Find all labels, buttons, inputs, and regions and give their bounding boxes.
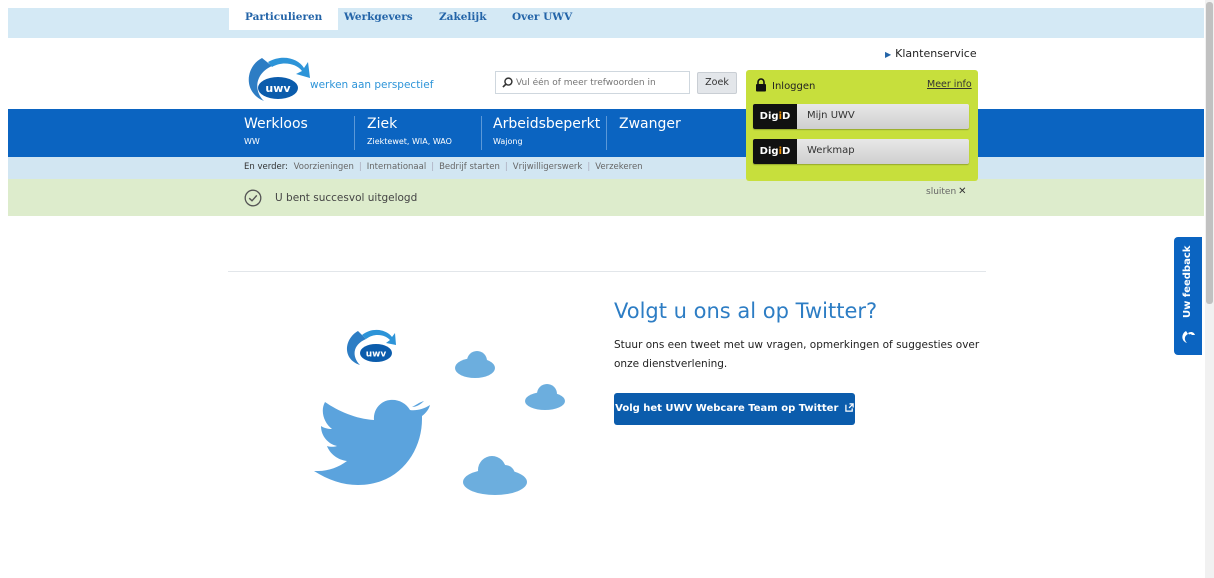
meer-info-link[interactable]: Meer info (927, 79, 972, 90)
nav-item-title: Werkloos (244, 116, 308, 132)
sub-nav-links: En verder: Voorzieningen | Internationaal |… (244, 162, 643, 172)
twitter-illustration: uwv (314, 329, 565, 495)
uwv-small-logo-text: uwv (366, 350, 387, 360)
search-button[interactable]: Zoek (697, 72, 737, 94)
tab-zakelijk[interactable]: Zakelijk (439, 4, 486, 30)
search-box[interactable] (495, 71, 690, 94)
content-divider (228, 271, 986, 272)
tab-particulieren[interactable]: Particulieren (229, 4, 339, 30)
nav-item-subtitle: WW (244, 137, 260, 146)
nav-item-subtitle: Wajong (493, 137, 523, 146)
login-title: Inloggen (772, 81, 816, 92)
external-link-icon (845, 403, 854, 412)
nav-item-arbeidsbeperkt[interactable]: Arbeidsbeperkt Wajong (493, 116, 600, 146)
cloud-icon (525, 384, 565, 410)
twitter-bird-icon (314, 399, 430, 485)
logo-text: uwv (265, 82, 291, 95)
cloud-icon (455, 351, 495, 378)
logo-tagline: werken aan perspectief (310, 79, 434, 91)
klantenservice-label: Klantenservice (895, 47, 977, 60)
nav-item-title: Ziek (367, 116, 398, 132)
twitter-heading: Volgt u ons al op Twitter? (614, 299, 878, 323)
cloud-icon (463, 456, 527, 495)
login-button-label: Mijn UWV (807, 110, 855, 121)
nav-item-zwanger[interactable]: Zwanger (619, 116, 681, 132)
nav-item-title: Zwanger (619, 116, 681, 132)
follow-twitter-label: Volg het UWV Webcare Team op Twitter (615, 403, 839, 414)
success-message: U bent succesvol uitgelogd (275, 192, 418, 204)
nav-item-subtitle: Ziektewet, WIA, WAO (367, 137, 452, 146)
login-button-label: Werkmap (807, 145, 855, 156)
close-label: sluiten (926, 187, 957, 197)
digid-logo: DigiD (753, 139, 797, 164)
nav-separator (481, 116, 482, 150)
nav-item-title: Arbeidsbeperkt (493, 116, 601, 132)
nav-separator (606, 116, 607, 150)
sub-nav-link-bedrijf-starten[interactable]: Bedrijf starten (439, 162, 500, 172)
klantenservice-link[interactable]: ▶ Klantenservice (885, 47, 977, 60)
uwv-feedback-icon (1182, 331, 1195, 343)
close-icon: ✕ (958, 186, 967, 197)
nav-separator (354, 116, 355, 150)
uwv-small-logo: uwv (347, 329, 396, 365)
nav-item-werkloos[interactable]: Werkloos WW (244, 116, 308, 146)
sub-nav-link-voorzieningen[interactable]: Voorzieningen (294, 162, 354, 172)
tab-over-uwv[interactable]: Over UWV (512, 4, 572, 30)
sub-nav-link-internationaal[interactable]: Internationaal (367, 162, 426, 172)
nav-item-ziek[interactable]: Ziek Ziektewet, WIA, WAO (367, 116, 452, 146)
search-icon (502, 77, 513, 88)
audience-tabbar (8, 8, 1204, 38)
tab-werkgevers[interactable]: Werkgevers (344, 4, 413, 30)
sub-nav-link-verzekeren[interactable]: Verzekeren (595, 162, 642, 172)
arrow-right-icon: ▶ (885, 50, 892, 59)
werkmap-login-button[interactable]: DigiD Werkmap (753, 139, 969, 164)
logout-success-banner (8, 179, 1204, 216)
search-input[interactable] (516, 77, 676, 88)
mijn-uwv-login-button[interactable]: DigiD Mijn UWV (753, 104, 969, 129)
digid-logo: DigiD (753, 104, 797, 129)
uwv-logo[interactable]: uwv (242, 52, 442, 104)
page-scrollbar-thumb[interactable] (1206, 2, 1213, 304)
sub-nav-link-vrijwilligerswerk[interactable]: Vrijwilligerswerk (513, 162, 583, 172)
twitter-body-text: Stuur ons een tweet met uw vragen, opmer… (614, 339, 980, 370)
follow-twitter-button[interactable]: Volg het UWV Webcare Team op Twitter (614, 393, 855, 425)
feedback-label: Uw feedback (1182, 245, 1193, 318)
sub-nav-lead: En verder: (244, 162, 288, 172)
lock-icon (756, 78, 766, 92)
check-circle-icon (244, 189, 262, 207)
close-banner-button[interactable]: sluiten ✕ (926, 186, 967, 197)
